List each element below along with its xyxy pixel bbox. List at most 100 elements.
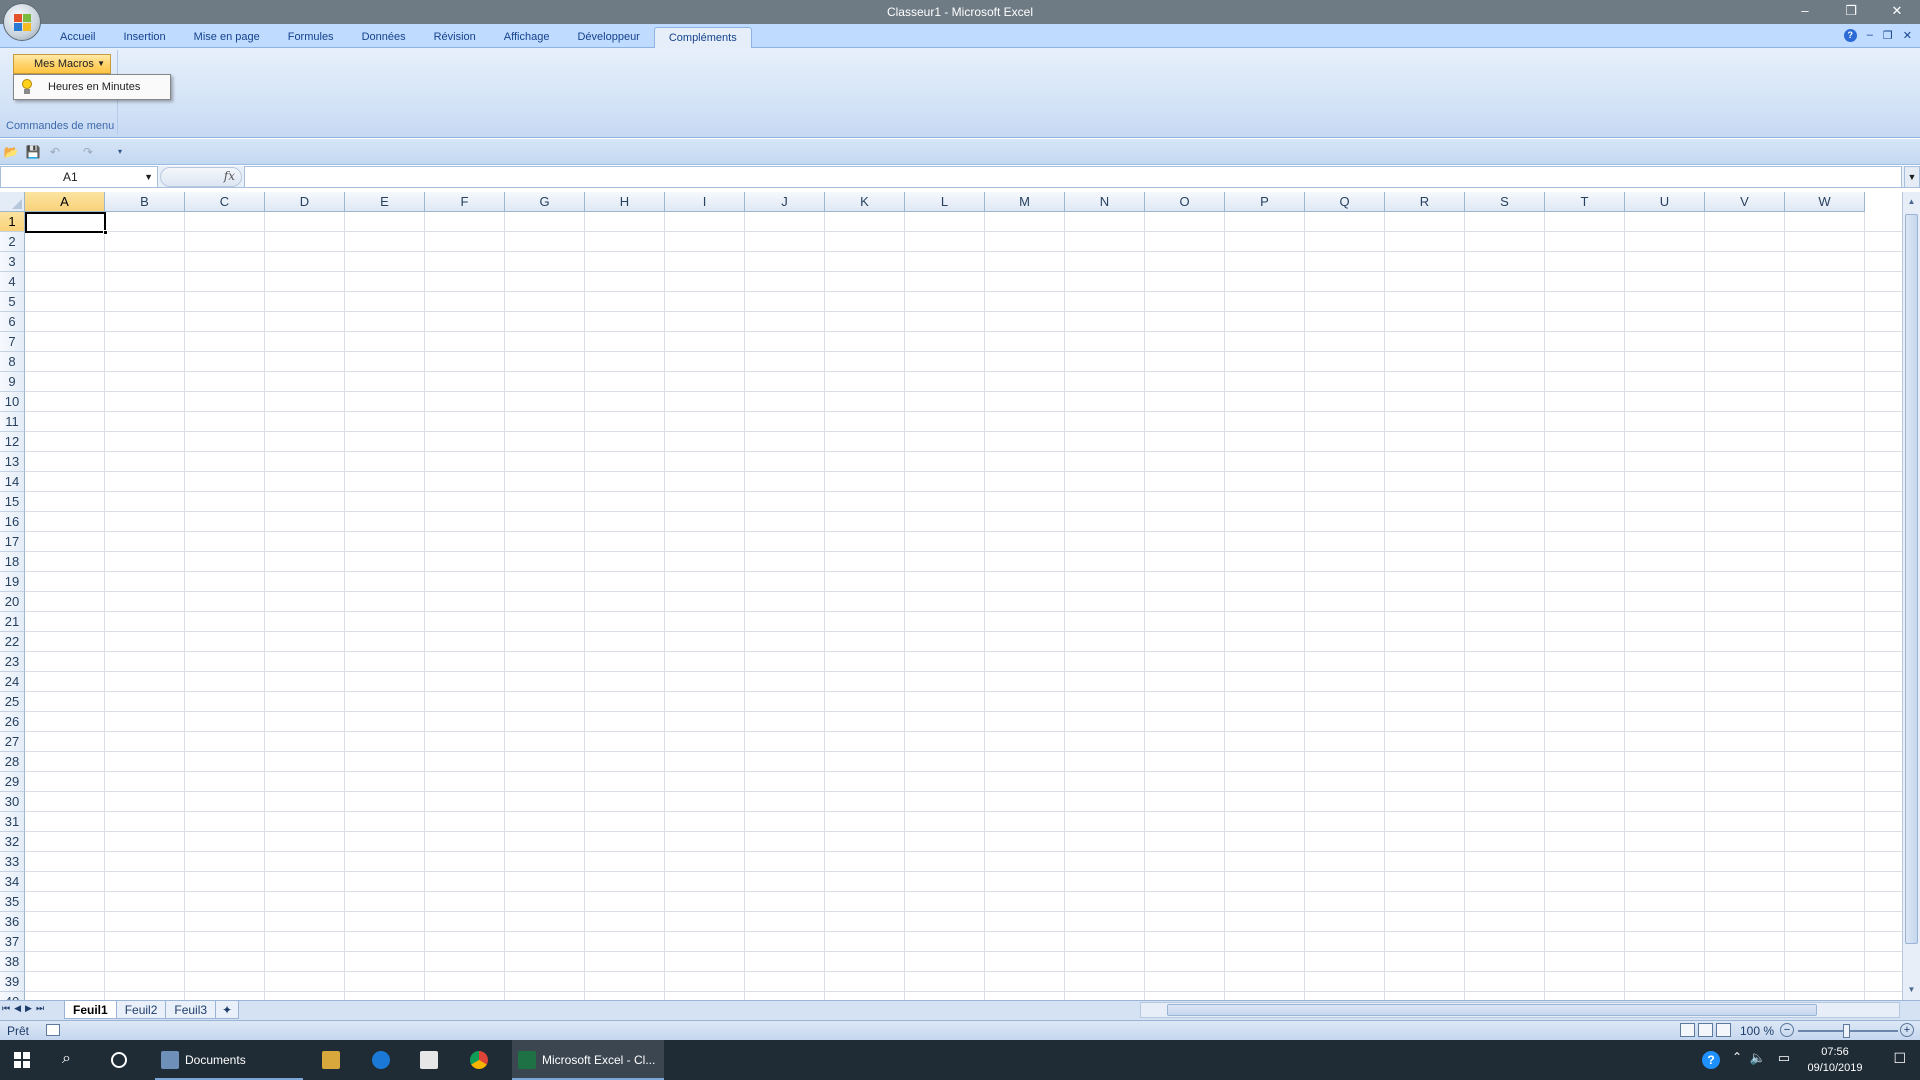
close-button[interactable]: ✕	[1874, 0, 1920, 24]
row-header[interactable]: 17	[0, 532, 25, 552]
chrome-icon[interactable]	[470, 1051, 488, 1069]
fill-handle[interactable]	[103, 230, 108, 235]
row-header[interactable]: 38	[0, 952, 25, 972]
edge-icon[interactable]	[372, 1051, 390, 1069]
row-header[interactable]: 35	[0, 892, 25, 912]
row-header[interactable]: 26	[0, 712, 25, 732]
scroll-down-icon[interactable]: ▼	[1904, 982, 1919, 998]
row-header[interactable]: 5	[0, 292, 25, 312]
chevron-down-icon[interactable]: ▼	[144, 167, 153, 187]
row-header[interactable]: 7	[0, 332, 25, 352]
tab-affichage[interactable]: Affichage	[490, 27, 564, 48]
row-header[interactable]: 12	[0, 432, 25, 452]
cortana-icon[interactable]	[111, 1052, 127, 1068]
help-icon[interactable]: ?	[1843, 29, 1857, 42]
tab-mise-en-page[interactable]: Mise en page	[180, 27, 274, 48]
row-header[interactable]: 9	[0, 372, 25, 392]
column-header[interactable]: S	[1465, 192, 1545, 212]
workbook-close-button[interactable]: ✕	[1903, 29, 1912, 42]
active-cell[interactable]	[25, 212, 108, 235]
vertical-scrollbar[interactable]: ▲ ▼	[1902, 192, 1920, 1000]
row-header[interactable]: 11	[0, 412, 25, 432]
row-header[interactable]: 14	[0, 472, 25, 492]
volume-icon[interactable]: 🔈	[1750, 1050, 1766, 1066]
name-box[interactable]: A1 ▼	[0, 166, 158, 188]
formula-input[interactable]	[244, 166, 1902, 188]
row-header[interactable]: 28	[0, 752, 25, 772]
page-layout-view-icon[interactable]	[1698, 1023, 1713, 1037]
row-header[interactable]: 13	[0, 452, 25, 472]
row-header[interactable]: 10	[0, 392, 25, 412]
row-header[interactable]: 33	[0, 852, 25, 872]
column-header[interactable]: B	[105, 192, 185, 212]
column-header[interactable]: M	[985, 192, 1065, 212]
first-sheet-icon[interactable]: ⏮	[2, 1003, 10, 1014]
column-header[interactable]: U	[1625, 192, 1705, 212]
store-icon[interactable]	[420, 1051, 438, 1069]
cells-area[interactable]	[25, 212, 1902, 1000]
row-header[interactable]: 25	[0, 692, 25, 712]
column-header[interactable]: P	[1225, 192, 1305, 212]
file-explorer-icon[interactable]	[322, 1051, 340, 1069]
zoom-out-icon[interactable]: −	[1780, 1023, 1794, 1037]
column-header[interactable]: I	[665, 192, 745, 212]
row-header[interactable]: 30	[0, 792, 25, 812]
help-icon[interactable]: ?	[1702, 1051, 1720, 1069]
open-folder-icon[interactable]: 📂	[3, 144, 19, 160]
sheet-tab-feuil3[interactable]: Feuil3	[165, 1001, 217, 1019]
zoom-in-icon[interactable]: +	[1900, 1023, 1914, 1037]
insert-function-icon[interactable]: fx	[224, 169, 235, 183]
row-header[interactable]: 31	[0, 812, 25, 832]
row-header[interactable]: 23	[0, 652, 25, 672]
horizontal-scroll-thumb[interactable]	[1167, 1004, 1817, 1016]
tab-insertion[interactable]: Insertion	[109, 27, 179, 48]
tab-données[interactable]: Données	[348, 27, 420, 48]
row-header[interactable]: 24	[0, 672, 25, 692]
last-sheet-icon[interactable]: ⏭	[36, 1003, 44, 1014]
column-header[interactable]: N	[1065, 192, 1145, 212]
column-header[interactable]: V	[1705, 192, 1785, 212]
column-header[interactable]: D	[265, 192, 345, 212]
row-header[interactable]: 4	[0, 272, 25, 292]
row-header[interactable]: 29	[0, 772, 25, 792]
row-header[interactable]: 3	[0, 252, 25, 272]
sheet-tab-feuil2[interactable]: Feuil2	[115, 1001, 167, 1019]
vertical-scroll-thumb[interactable]	[1905, 214, 1918, 944]
row-header[interactable]: 6	[0, 312, 25, 332]
normal-view-icon[interactable]	[1680, 1023, 1695, 1037]
workbook-minimize-button[interactable]: –	[1867, 29, 1873, 42]
row-header[interactable]: 40	[0, 992, 25, 1000]
insert-sheet-icon[interactable]: ✦	[215, 1001, 240, 1019]
macro-record-icon[interactable]	[46, 1024, 60, 1036]
redo-icon[interactable]: ↷	[80, 144, 96, 160]
save-icon[interactable]: 💾	[25, 144, 41, 160]
column-header[interactable]: H	[585, 192, 665, 212]
column-header[interactable]: T	[1545, 192, 1625, 212]
row-header[interactable]: 1	[0, 212, 25, 232]
column-header[interactable]: L	[905, 192, 985, 212]
column-header[interactable]: O	[1145, 192, 1225, 212]
column-header[interactable]: Q	[1305, 192, 1385, 212]
row-header[interactable]: 18	[0, 552, 25, 572]
column-header[interactable]: E	[345, 192, 425, 212]
row-header[interactable]: 16	[0, 512, 25, 532]
column-header[interactable]: F	[425, 192, 505, 212]
scroll-up-icon[interactable]: ▲	[1904, 194, 1919, 210]
zoom-slider-thumb[interactable]	[1843, 1024, 1850, 1038]
chevron-up-icon[interactable]: ⌃	[1732, 1050, 1742, 1064]
search-icon[interactable]: ⌕	[62, 1050, 71, 1068]
windows-start-icon[interactable]	[14, 1052, 30, 1068]
customize-toolbar-icon[interactable]: ▾	[112, 144, 128, 160]
next-sheet-icon[interactable]: ▶	[25, 1003, 32, 1014]
tab-compléments[interactable]: Compléments	[653, 27, 752, 48]
restore-button[interactable]: ❐	[1828, 0, 1874, 24]
row-header[interactable]: 36	[0, 912, 25, 932]
zoom-level[interactable]: 100 %	[1740, 1024, 1774, 1038]
expand-formula-bar-icon[interactable]: ▼	[1904, 166, 1920, 188]
workbook-restore-button[interactable]: ❐	[1883, 29, 1893, 42]
prev-sheet-icon[interactable]: ◀	[14, 1003, 21, 1014]
notifications-icon[interactable]: ☐	[1893, 1050, 1906, 1067]
column-header[interactable]: R	[1385, 192, 1465, 212]
office-button[interactable]	[3, 3, 41, 41]
row-header[interactable]: 2	[0, 232, 25, 252]
